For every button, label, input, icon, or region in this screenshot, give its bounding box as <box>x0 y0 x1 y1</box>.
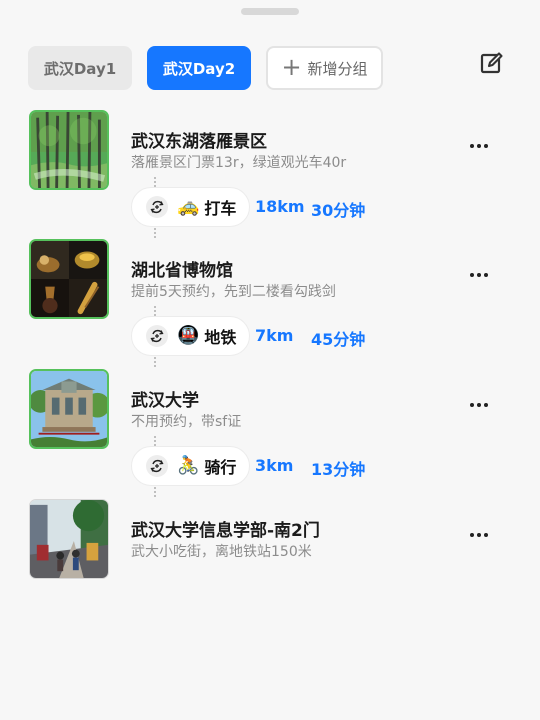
bicycle-icon: 🚴 <box>177 455 200 476</box>
place-title: 湖北省博物馆 <box>131 261 233 281</box>
route-connector-line <box>154 228 158 238</box>
more-dot-icon <box>470 533 474 537</box>
switch-route-icon[interactable] <box>146 325 168 347</box>
more-options-button[interactable] <box>464 526 494 544</box>
place-card-information-school-gate[interactable]: 武汉大学信息学部-南2门 武大小吃街，离地铁站150米 <box>29 499 519 579</box>
subway-icon: 🚇 <box>177 325 200 346</box>
add-group-button[interactable]: + 新增分组 <box>266 46 383 90</box>
transport-mode-pill[interactable]: 🚴 骑行 <box>131 446 251 486</box>
more-dot-icon <box>477 273 481 277</box>
route-connector-line <box>154 487 158 497</box>
route-duration: 45分钟 <box>311 330 366 349</box>
place-note: 提前5天预约，先到二楼看勾践剑 <box>131 284 336 300</box>
more-dot-icon <box>484 273 488 277</box>
more-dot-icon <box>470 144 474 148</box>
more-dot-icon <box>470 403 474 407</box>
place-title: 武汉东湖落雁景区 <box>131 132 267 152</box>
route-connector-line <box>154 436 158 446</box>
day-tabs: 武汉Day1 武汉Day2 + 新增分组 <box>28 46 383 90</box>
route-connector-line <box>154 357 158 367</box>
switch-route-icon[interactable] <box>146 196 168 218</box>
place-title: 武汉大学 <box>131 391 199 411</box>
place-note: 武大小吃街，离地铁站150米 <box>131 544 312 560</box>
more-dot-icon <box>484 533 488 537</box>
transport-segment-1: 🚕 打车 18km 30分钟 <box>131 177 531 238</box>
plus-icon: + <box>281 53 302 81</box>
transport-mode-pill[interactable]: 🚇 地铁 <box>131 316 251 356</box>
route-distance: 18km <box>255 197 305 216</box>
transport-segment-2: 🚇 地铁 7km 45分钟 <box>131 306 531 367</box>
tab-wuhan-day2[interactable]: 武汉Day2 <box>147 46 251 90</box>
more-dot-icon <box>477 403 481 407</box>
more-dot-icon <box>470 273 474 277</box>
transport-mode-pill[interactable]: 🚕 打车 <box>131 187 251 227</box>
transport-mode-label: 骑行 <box>204 458 237 477</box>
route-connector-line <box>154 177 158 187</box>
route-duration: 30分钟 <box>311 201 366 220</box>
more-dot-icon <box>484 144 488 148</box>
more-dot-icon <box>477 533 481 537</box>
more-dot-icon <box>484 403 488 407</box>
snack-street-thumbnail <box>29 499 109 579</box>
museum-artifacts-thumbnail <box>29 239 109 319</box>
taxi-icon: 🚕 <box>177 196 200 217</box>
route-duration: 13分钟 <box>311 460 366 479</box>
place-note: 不用预约，带sf证 <box>131 414 242 430</box>
drag-handle[interactable] <box>241 8 299 15</box>
route-planner-sheet: 武汉Day1 武汉Day2 + 新增分组 武汉东湖落雁景区 落雁景区门票13r，… <box>0 0 540 720</box>
more-options-button[interactable] <box>464 137 494 155</box>
transport-mode-label: 打车 <box>204 199 237 218</box>
route-connector-line <box>154 306 158 316</box>
transport-segment-3: 🚴 骑行 3km 13分钟 <box>131 436 531 497</box>
donghu-forest-thumbnail <box>29 110 109 190</box>
more-options-button[interactable] <box>464 396 494 414</box>
route-distance: 3km <box>255 456 294 475</box>
tab-wuhan-day1[interactable]: 武汉Day1 <box>28 46 132 90</box>
add-group-label: 新增分组 <box>307 59 368 78</box>
transport-mode-label: 地铁 <box>204 328 237 347</box>
route-distance: 7km <box>255 326 294 345</box>
place-title: 武汉大学信息学部-南2门 <box>131 521 320 541</box>
more-dot-icon <box>477 144 481 148</box>
switch-route-icon[interactable] <box>146 455 168 477</box>
more-options-button[interactable] <box>464 266 494 284</box>
university-building-thumbnail <box>29 369 109 449</box>
edit-square-icon[interactable] <box>479 50 505 76</box>
place-note: 落雁景区门票13r，绿道观光车40r <box>131 155 347 171</box>
